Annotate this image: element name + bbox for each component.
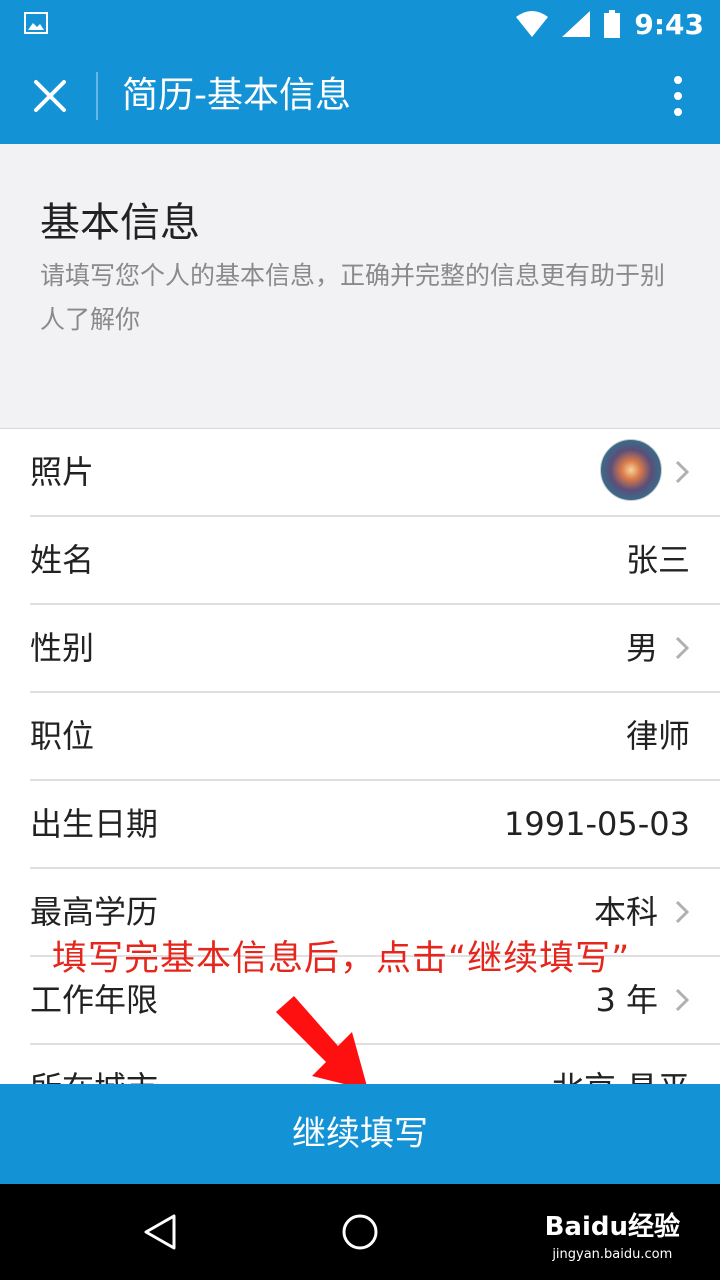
cell-signal-icon xyxy=(562,11,591,37)
field-label: 出生日期 xyxy=(30,805,159,843)
status-bar: 9:43 xyxy=(0,0,720,48)
more-vert-icon[interactable] xyxy=(666,72,690,120)
form-list: 照片 姓名 张三 性别 男 职位 律师 出生日期 1991-05-03 最高学历… xyxy=(0,428,720,1084)
avatar xyxy=(600,439,662,501)
chevron-right-icon xyxy=(675,636,690,660)
page-title: 简历-基本信息 xyxy=(122,75,351,116)
section-heading: 基本信息 xyxy=(40,200,200,246)
image-icon xyxy=(24,12,48,34)
field-label: 职位 xyxy=(30,717,95,755)
field-row-gender[interactable]: 性别 男 xyxy=(30,605,720,693)
field-value: 北京 昌平 xyxy=(552,1045,690,1084)
field-value: 律师 xyxy=(625,717,690,755)
field-value: 1991-05-03 xyxy=(504,805,690,843)
arrow-icon xyxy=(276,996,368,1090)
continue-button[interactable]: 继续填写 xyxy=(0,1084,720,1184)
field-row-photo[interactable]: 照片 xyxy=(30,429,720,517)
chevron-right-icon xyxy=(675,900,690,924)
intro-section: 基本信息 请填写您个人的基本信息，正确并完整的信息更有助于别人了解你 xyxy=(0,144,720,428)
section-description: 请填写您个人的基本信息，正确并完整的信息更有助于别人了解你 xyxy=(40,261,666,334)
watermark-brand: Baidu经验 xyxy=(544,1212,680,1242)
field-label: 姓名 xyxy=(30,541,95,579)
status-time: 9:43 xyxy=(634,7,704,41)
close-icon[interactable] xyxy=(28,74,72,118)
battery-icon xyxy=(604,10,621,38)
home-icon[interactable] xyxy=(340,1212,380,1252)
field-row-position[interactable]: 职位 律师 xyxy=(30,693,720,781)
field-value: 男 xyxy=(625,629,658,667)
field-row-name[interactable]: 姓名 张三 xyxy=(30,517,720,605)
system-nav-bar: Baidu经验 jingyan.baidu.com xyxy=(0,1184,720,1280)
watermark: Baidu经验 jingyan.baidu.com xyxy=(545,1206,680,1262)
app-bar-divider xyxy=(96,72,98,120)
field-value: 张三 xyxy=(625,541,690,579)
field-label: 性别 xyxy=(30,629,95,667)
field-label: 照片 xyxy=(30,453,95,491)
chevron-right-icon xyxy=(675,460,690,484)
app-bar: 简历-基本信息 xyxy=(0,48,720,144)
back-icon[interactable] xyxy=(140,1212,180,1252)
field-row-birthdate[interactable]: 出生日期 1991-05-03 xyxy=(30,781,720,869)
field-label: 所在城市 xyxy=(30,1045,158,1084)
annotation-text: 填写完基本信息后，点击“继续填写” xyxy=(52,939,631,979)
watermark-url: jingyan.baidu.com xyxy=(552,1247,673,1262)
chevron-right-icon xyxy=(675,988,690,1012)
wifi-icon xyxy=(516,11,549,37)
